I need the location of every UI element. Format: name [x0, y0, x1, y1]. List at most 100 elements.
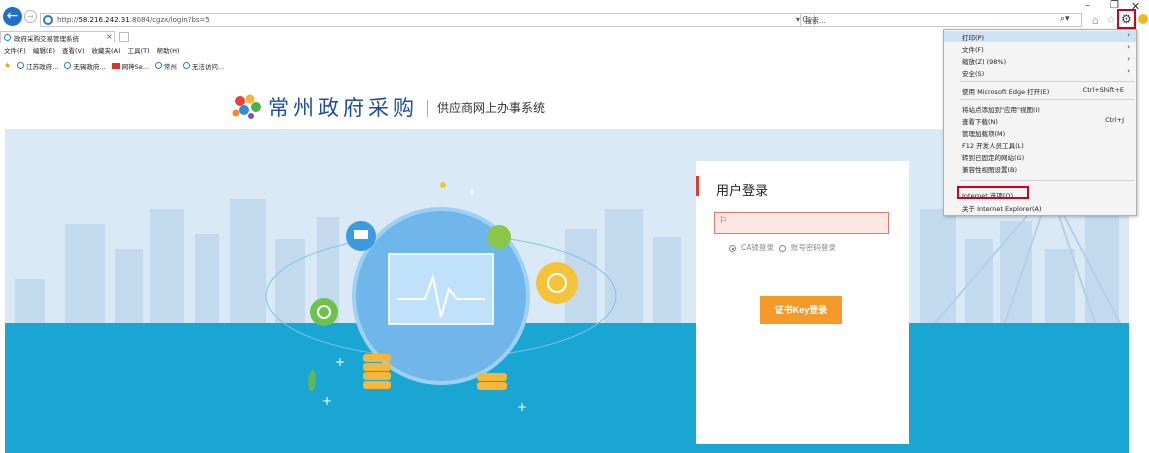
tab-active[interactable]: 政府采购交易管理系统 ×: [0, 31, 115, 43]
radio-ca-login[interactable]: [729, 245, 736, 252]
tab-strip: 政府采购交易管理系统 ×: [0, 30, 940, 44]
menu-item-safety[interactable]: 安全(S) ›: [944, 67, 1136, 78]
submenu-arrow-icon: ›: [1127, 43, 1130, 51]
menu-bar: 文件(F) 编辑(E) 查看(V) 收藏夹(A) 工具(T) 帮助(H): [0, 45, 180, 58]
favorite-link[interactable]: 无法访问...: [182, 61, 225, 71]
search-icon[interactable]: ⌕▾: [1060, 14, 1070, 24]
ie-link-icon: [17, 62, 25, 69]
menu-separator: [960, 180, 1134, 181]
submenu-arrow-icon: ›: [1127, 55, 1130, 63]
feedback-smiley-icon[interactable]: [1138, 14, 1148, 24]
svg-text:+: +: [517, 400, 527, 414]
ie-link-icon: [154, 62, 162, 69]
minimize-icon[interactable]: –: [1085, 0, 1090, 11]
menu-help[interactable]: 帮助(H): [157, 45, 180, 58]
menu-item-label: 查看下载(N): [962, 118, 998, 126]
tab-title: 政府采购交易管理系统: [14, 35, 79, 43]
menu-favorites[interactable]: 收藏夹(A): [92, 45, 121, 58]
url-host: 58.216.242.31: [78, 16, 130, 24]
ie-page-icon: [43, 15, 53, 25]
ca-lock-field[interactable]: [714, 212, 889, 234]
red-link-icon: [111, 62, 120, 69]
ie-link-icon: [182, 62, 190, 69]
menu-item-label: 关于 Internet Explorer(A): [962, 205, 1042, 213]
menu-item-label: 安全(S): [962, 70, 985, 78]
certificate-login-button[interactable]: 证书Key登录: [760, 296, 842, 324]
menu-item-manage-addons[interactable]: 管理加载项(M): [944, 127, 1136, 138]
site-subtitle: 供应商网上办事系统: [437, 101, 546, 115]
search-input[interactable]: 搜索...: [800, 13, 1082, 27]
menu-view[interactable]: 查看(V): [62, 45, 85, 58]
menu-item-label: 管理加载项(M): [962, 130, 1006, 138]
menu-item-view-downloads[interactable]: 查看下载(N) Ctrl+J: [944, 115, 1136, 126]
menu-item-add-site-apps[interactable]: 将站点添加到"应用"视图(I): [944, 103, 1136, 114]
favorites-star-icon[interactable]: ☆: [1106, 13, 1116, 26]
new-tab-button[interactable]: [119, 32, 129, 42]
url-path: :8084/cgzx/login?bs=5: [129, 16, 210, 24]
tools-button[interactable]: ⚙: [1117, 9, 1136, 29]
address-bar-row: ← → http://58.216.242.31:8084/cgzx/login…: [0, 0, 1149, 30]
menu-item-label: 缩放(Z) (98%): [962, 58, 1007, 66]
menu-item-label: F12 开发人员工具(L): [962, 142, 1024, 150]
login-panel: 用户登录 ⚐ CA锁登录 账号密码登录 证书Key登录: [696, 161, 909, 444]
favorite-link[interactable]: 常州: [154, 61, 177, 71]
title-accent-bar: [696, 176, 699, 196]
ie-link-icon: [64, 62, 72, 69]
option-ca-label[interactable]: CA锁登录: [741, 242, 774, 253]
menu-item-shortcut: Ctrl+Shift+E: [1082, 86, 1124, 94]
address-bar[interactable]: http://58.216.242.31:8084/cgzx/login?bs=…: [40, 13, 815, 27]
menu-separator: [960, 99, 1134, 100]
url-text: http://58.216.242.31:8084/cgzx/login?bs=…: [57, 16, 210, 24]
menu-item-shortcut: Ctrl+J: [1105, 116, 1124, 124]
gear-icon: ⚙: [1121, 12, 1132, 26]
search-placeholder: 搜索...: [805, 17, 826, 25]
title-divider: [427, 100, 428, 117]
menu-item-label: 转到已固定的网站(G): [962, 154, 1025, 162]
login-title: 用户登录: [716, 184, 769, 199]
menu-file[interactable]: 文件(F): [4, 45, 26, 58]
favorite-label: 网神Se...: [121, 62, 149, 71]
favorite-link[interactable]: 江苏政府...: [17, 61, 58, 71]
home-icon[interactable]: ⌂: [1092, 14, 1099, 27]
ie-tab-icon: [4, 34, 11, 41]
favorite-link[interactable]: 网神Se...: [111, 61, 149, 71]
svg-text:+: +: [322, 394, 332, 408]
svg-text:+: +: [335, 355, 345, 369]
menu-item-zoom[interactable]: 缩放(Z) (98%) ›: [944, 55, 1136, 66]
menu-tools[interactable]: 工具(T): [128, 45, 150, 58]
internet-options-highlight-box: [957, 186, 1029, 199]
submenu-arrow-icon: ›: [1127, 31, 1130, 39]
tab-close-icon[interactable]: ×: [106, 32, 113, 41]
menu-item-label: 兼容性视图设置(B): [962, 166, 1018, 174]
option-account-label[interactable]: 账号密码登录: [791, 242, 836, 253]
menu-item-compat-view[interactable]: 兼容性视图设置(B): [944, 163, 1136, 174]
menu-item-label: 打印(P): [962, 34, 984, 42]
favorite-label: 江苏政府...: [26, 62, 59, 71]
favorite-link[interactable]: 无锡政府...: [64, 61, 106, 71]
favorite-label: 无锡政府...: [73, 62, 106, 71]
forward-button[interactable]: →: [24, 10, 37, 23]
back-button[interactable]: ←: [3, 7, 22, 26]
menu-item-about-ie[interactable]: 关于 Internet Explorer(A): [944, 202, 1136, 213]
url-prefix: http://: [57, 16, 79, 24]
menu-item-print[interactable]: 打印(P) ›: [944, 31, 1136, 42]
menu-separator: [960, 81, 1134, 82]
menu-item-label: 文件(F): [962, 46, 984, 54]
menu-item-file[interactable]: 文件(F) ›: [944, 43, 1136, 54]
site-title: 常州政府采购: [268, 96, 418, 120]
logo-pinwheel-icon: [232, 94, 261, 119]
menu-item-dev-tools[interactable]: F12 开发人员工具(L): [944, 139, 1136, 150]
favorite-label: 无法访问...: [191, 62, 225, 71]
menu-item-label: 使用 Microsoft Edge 打开(E): [962, 88, 1050, 96]
menu-edit[interactable]: 编辑(E): [33, 45, 55, 58]
submenu-arrow-icon: ›: [1127, 67, 1130, 75]
favorite-label: 常州: [163, 62, 177, 71]
radio-account-login[interactable]: [778, 245, 786, 252]
menu-item-open-edge[interactable]: 使用 Microsoft Edge 打开(E) Ctrl+Shift+E: [944, 85, 1136, 96]
favorites-star-icon[interactable]: ★: [4, 61, 11, 70]
menu-item-pinned-sites[interactable]: 转到已固定的网站(G): [944, 151, 1136, 162]
flag-icon: ⚐: [719, 216, 728, 226]
menu-item-label: 将站点添加到"应用"视图(I): [962, 106, 1040, 114]
login-method-options: CA锁登录 账号密码登录: [729, 242, 836, 253]
favorites-bar: ★ 江苏政府... 无锡政府... 网神Se... 常州 无法访问...: [0, 59, 224, 72]
